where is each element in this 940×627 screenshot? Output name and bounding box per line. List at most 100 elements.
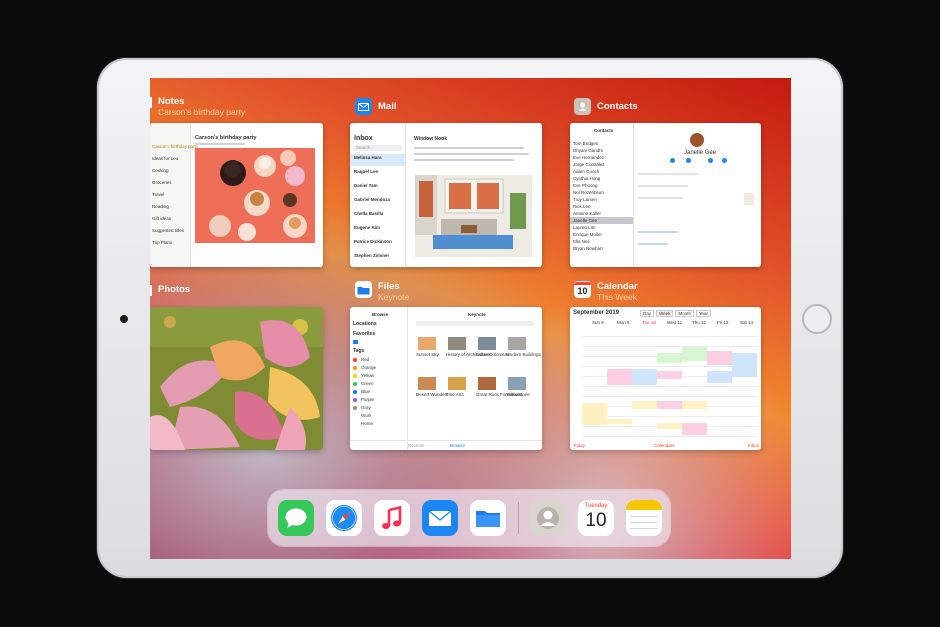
- mail-icon[interactable]: [422, 500, 458, 536]
- calendar-event[interactable]: [682, 347, 707, 361]
- contact-row[interactable]: Ella Neil: [573, 239, 590, 244]
- mail-row[interactable]: Chella Basilla: [354, 211, 383, 216]
- notes-row[interactable]: Suggested titles: [152, 228, 184, 233]
- file-thumbnail[interactable]: [508, 377, 526, 390]
- calendar-today-button[interactable]: Today: [573, 443, 585, 448]
- notes-row[interactable]: Gift ideas: [152, 216, 171, 221]
- notes-row[interactable]: Ideas for Leo: [152, 156, 178, 161]
- contact-row[interactable]: Enrique Moller: [573, 232, 602, 237]
- messages-icon[interactable]: [278, 500, 314, 536]
- files-tag[interactable]: Orange: [361, 365, 376, 370]
- calendar-event[interactable]: [632, 369, 657, 385]
- mail-search-field[interactable]: Search: [353, 145, 402, 151]
- calendar-event[interactable]: [607, 419, 632, 424]
- contact-row[interactable]: Cynthia Hong: [573, 176, 600, 181]
- files-card[interactable]: Browse Locations Favorites Tags Red Oran…: [350, 307, 542, 450]
- files-tag[interactable]: Yellow: [361, 373, 374, 378]
- photos-card-title[interactable]: Photos: [150, 284, 190, 296]
- notes-row[interactable]: Trip Plans: [152, 240, 172, 245]
- photos-card[interactable]: [150, 307, 323, 450]
- notes-row[interactable]: Travel: [152, 192, 164, 197]
- safari-icon[interactable]: [326, 500, 362, 536]
- mail-row[interactable]: Melissa Hara: [354, 155, 382, 160]
- mail-row[interactable]: Eugene Kim: [354, 225, 380, 230]
- contact-row[interactable]: Troy Larsen: [573, 197, 597, 202]
- files-tag[interactable]: Purple: [361, 397, 374, 402]
- contact-row[interactable]: Adam Gooch: [573, 169, 599, 174]
- files-tag[interactable]: Green: [361, 381, 374, 386]
- notes-row[interactable]: Reading: [152, 204, 169, 209]
- calendar-calendars-button[interactable]: Calendars: [654, 443, 675, 448]
- mail-card[interactable]: Inbox Search Melissa Hara Raquel Lee Dan…: [350, 123, 542, 267]
- contacts-card[interactable]: Contacts Tom Bridges Dhyani Gandhi Eve H…: [570, 123, 761, 267]
- call-action-icon[interactable]: [686, 158, 691, 163]
- mail-action-icon[interactable]: [722, 158, 727, 163]
- calendar-card[interactable]: September 2019 Day Week Month Year Sun 8…: [570, 307, 761, 450]
- notes-row[interactable]: Cooking: [152, 168, 169, 173]
- files-search-field[interactable]: [416, 321, 534, 326]
- contact-row[interactable]: Janelle Gee: [573, 218, 597, 223]
- message-action-icon[interactable]: [670, 158, 675, 163]
- calendar-event[interactable]: [582, 403, 607, 425]
- calendar-inbox-button[interactable]: Inbox: [748, 443, 759, 448]
- view-day[interactable]: Day: [640, 310, 655, 317]
- files-tag[interactable]: Blue: [361, 389, 370, 394]
- contact-row[interactable]: Jorge Gonzalez: [573, 162, 605, 167]
- notes-icon[interactable]: [626, 500, 662, 536]
- home-button[interactable]: [802, 304, 832, 334]
- contact-row[interactable]: Dhyani Gandhi: [573, 148, 603, 153]
- calendar-event[interactable]: [632, 401, 657, 409]
- mail-row[interactable]: Stephen Zimmer: [354, 253, 389, 258]
- calendar-event[interactable]: [657, 401, 682, 409]
- notes-card-title[interactable]: Notes Carson's birthday party: [150, 96, 245, 117]
- files-tab-browse[interactable]: Browse: [450, 443, 465, 448]
- files-icon[interactable]: [470, 500, 506, 536]
- view-month[interactable]: Month: [675, 310, 694, 317]
- mail-row[interactable]: Gabriel Mendoza: [354, 197, 390, 202]
- calendar-event[interactable]: [607, 369, 632, 385]
- mail-row[interactable]: Daniel Tam: [354, 183, 378, 188]
- contact-row[interactable]: Eve Hernandez: [573, 155, 604, 160]
- music-icon[interactable]: [374, 500, 410, 536]
- video-action-icon[interactable]: [708, 158, 713, 163]
- view-week[interactable]: Week: [656, 310, 674, 317]
- file-thumbnail[interactable]: [418, 337, 436, 350]
- contact-row[interactable]: Tom Bridges: [573, 141, 598, 146]
- calendar-event[interactable]: [657, 423, 682, 429]
- files-tag[interactable]: Work: [361, 413, 371, 418]
- calendar-event[interactable]: [682, 423, 707, 435]
- file-thumbnail[interactable]: [478, 377, 496, 390]
- file-thumbnail[interactable]: [478, 337, 496, 350]
- files-section[interactable]: Locations: [353, 321, 377, 327]
- files-card-title[interactable]: Files Keynote: [355, 281, 409, 302]
- calendar-card-title[interactable]: 10 Calendar This Week: [574, 281, 638, 302]
- calendar-event[interactable]: [657, 353, 682, 363]
- mail-card-title[interactable]: Mail: [355, 98, 396, 115]
- files-section[interactable]: Tags: [353, 348, 364, 354]
- mail-row[interactable]: Raquel Lee: [354, 169, 378, 174]
- notes-row[interactable]: Carson's birthday party: [152, 144, 198, 149]
- calendar-event[interactable]: [707, 351, 732, 365]
- notes-card[interactable]: Carson's birthday party Ideas for Leo Co…: [150, 123, 323, 267]
- contact-row[interactable]: Eve Phuong: [573, 183, 598, 188]
- view-year[interactable]: Year: [695, 310, 712, 317]
- calendar-event[interactable]: [657, 371, 682, 379]
- file-thumbnail[interactable]: [448, 337, 466, 350]
- files-tag[interactable]: Gray: [361, 405, 371, 410]
- contact-row[interactable]: Rick Lee: [573, 204, 591, 209]
- files-tab-recents[interactable]: Recents: [408, 443, 425, 448]
- calendar-event[interactable]: [732, 353, 757, 377]
- notes-row[interactable]: Groceries: [152, 180, 172, 185]
- calendar-event[interactable]: [707, 371, 732, 383]
- contacts-icon[interactable]: [530, 500, 566, 536]
- files-tag[interactable]: Home: [361, 421, 373, 426]
- calendar-event[interactable]: [682, 401, 707, 409]
- files-tag[interactable]: Red: [361, 357, 369, 362]
- contact-row[interactable]: Nel Rozenblum: [573, 190, 604, 195]
- mail-row[interactable]: Patrice Dickinson: [354, 239, 392, 244]
- file-thumbnail[interactable]: [418, 377, 436, 390]
- contact-row[interactable]: Antoine Kaller: [573, 211, 601, 216]
- contacts-card-title[interactable]: Contacts: [574, 98, 638, 115]
- file-thumbnail[interactable]: [448, 377, 466, 390]
- contact-row[interactable]: Bryan Newhart: [573, 246, 603, 251]
